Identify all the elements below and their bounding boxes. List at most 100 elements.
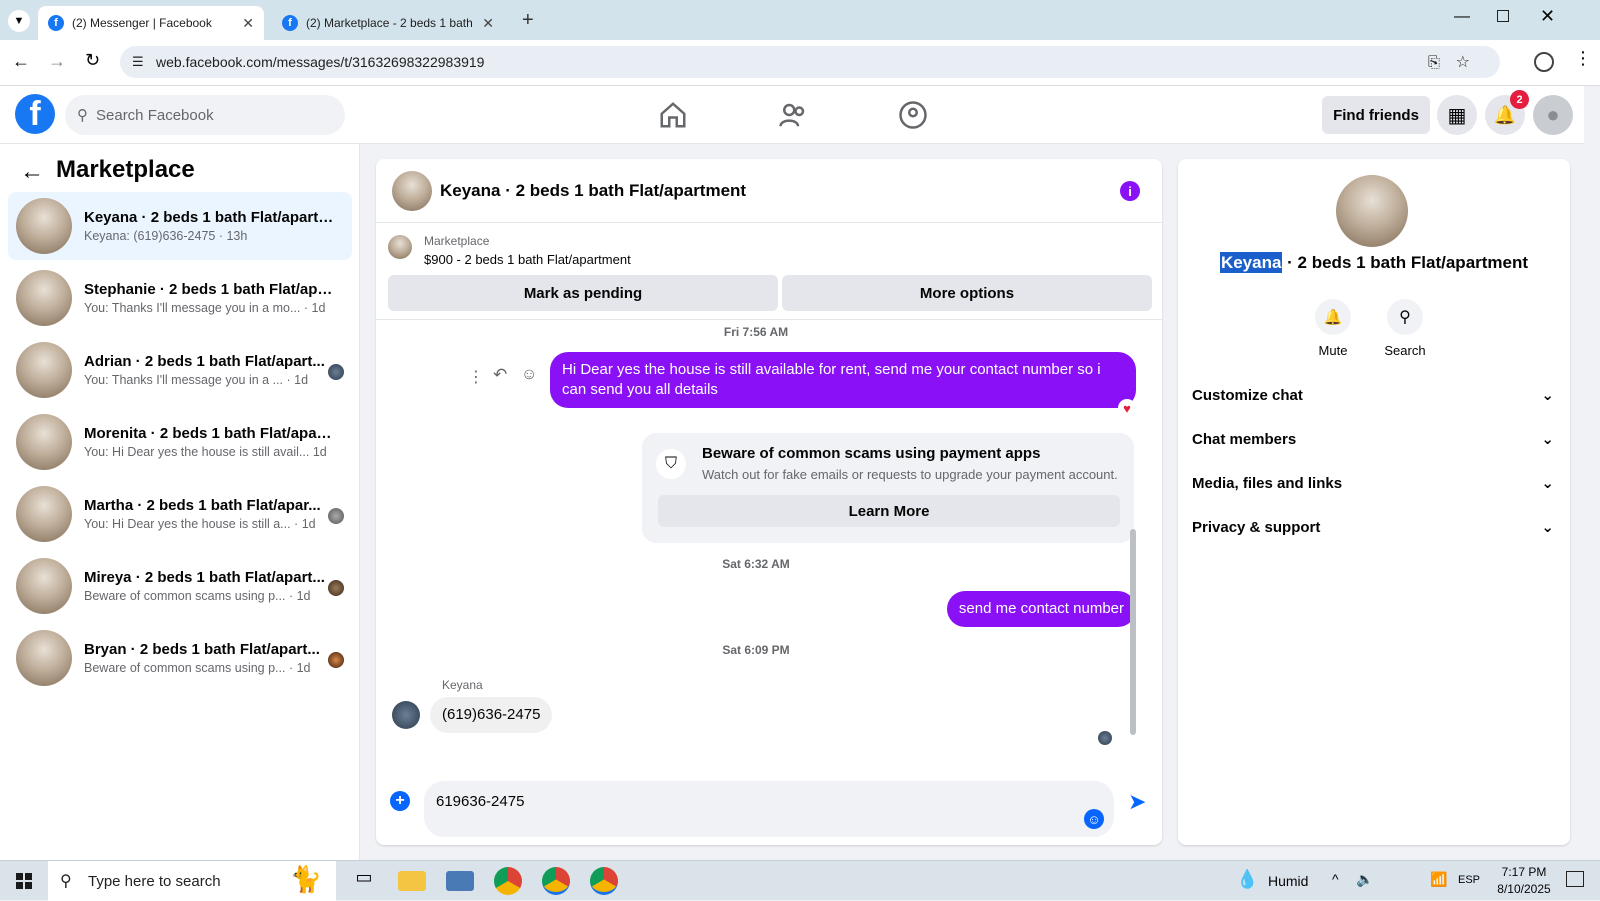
add-attachment-icon[interactable]: + bbox=[390, 791, 410, 811]
language-indicator[interactable]: ESP bbox=[1458, 874, 1480, 886]
notification-center-icon[interactable] bbox=[1566, 871, 1584, 887]
section-label: Media, files and links bbox=[1192, 474, 1343, 492]
sidebar-title: Marketplace bbox=[56, 156, 195, 183]
info-title-rest: · 2 beds 1 bath Flat/apartment bbox=[1282, 253, 1529, 272]
clock-date[interactable]: 8/10/2025 bbox=[1490, 882, 1558, 896]
sender-avatar[interactable] bbox=[392, 701, 420, 729]
windows-start-icon[interactable] bbox=[16, 873, 32, 889]
clock-time[interactable]: 7:17 PM bbox=[1494, 865, 1554, 879]
scam-warning-title: Beware of common scams using payment app… bbox=[702, 445, 1041, 462]
facebook-search-input[interactable]: ⚲ Search Facebook bbox=[65, 95, 345, 135]
mute-button[interactable]: 🔔 Mute bbox=[1298, 299, 1368, 358]
restore-icon[interactable] bbox=[1497, 10, 1509, 22]
incoming-message[interactable]: (619)636-2475 bbox=[430, 697, 553, 733]
listing-title[interactable]: $900 - 2 beds 1 bath Flat/apartment bbox=[424, 252, 631, 267]
header-divider bbox=[376, 319, 1162, 320]
send-icon[interactable]: ➤ bbox=[1128, 789, 1146, 815]
chevron-down-icon: ⌄ bbox=[1541, 519, 1554, 536]
friends-icon[interactable] bbox=[778, 100, 808, 130]
back-arrow-icon[interactable]: ← bbox=[20, 158, 44, 186]
site-settings-icon[interactable]: ☰ bbox=[132, 54, 144, 70]
conversation-avatar bbox=[16, 558, 72, 614]
tab-search-chevron-icon[interactable]: ▼ bbox=[8, 10, 30, 32]
react-emoji-icon[interactable]: ☺ bbox=[521, 366, 537, 384]
section-label: Privacy & support bbox=[1192, 518, 1321, 536]
conversation-item[interactable]: Keyana · 2 beds 1 bath Flat/apartm... Key… bbox=[8, 192, 352, 260]
url-field[interactable]: ☰ web.facebook.com/messages/t/3163269832… bbox=[120, 46, 1500, 78]
network-icon[interactable]: 📶 bbox=[1430, 871, 1447, 888]
chat-info-panel: Keyana · 2 beds 1 bath Flat/apartment 🔔 M… bbox=[1178, 159, 1570, 845]
bookmark-star-icon[interactable]: ☆ bbox=[1456, 52, 1470, 72]
mark-as-pending-button[interactable]: Mark as pending bbox=[388, 275, 778, 311]
conversation-item[interactable]: Mireya · 2 beds 1 bath Flat/apart... Bewa… bbox=[8, 552, 352, 620]
chevron-down-icon: ⌄ bbox=[1541, 475, 1554, 492]
shield-icon: ⛉ bbox=[656, 449, 686, 479]
chat-title[interactable]: Keyana · 2 beds 1 bath Flat/apartment bbox=[440, 181, 746, 201]
remote-desktop-icon[interactable] bbox=[446, 871, 474, 891]
media-files-links-section[interactable]: Media, files and links ⌄ bbox=[1192, 465, 1554, 501]
chat-header-avatar[interactable] bbox=[392, 170, 432, 211]
emoji-icon[interactable]: ☺ bbox=[1084, 809, 1104, 829]
file-explorer-icon[interactable] bbox=[398, 871, 426, 891]
chat-members-section[interactable]: Chat members ⌄ bbox=[1192, 421, 1554, 457]
find-friends-button[interactable]: Find friends bbox=[1322, 96, 1430, 134]
install-app-icon[interactable]: ⎘ bbox=[1428, 54, 1440, 71]
tab-messenger[interactable]: f (2) Messenger | Facebook ✕ bbox=[38, 6, 264, 40]
browser-menu-icon[interactable]: ⋮ bbox=[1574, 48, 1592, 69]
new-tab-icon[interactable]: + bbox=[522, 9, 534, 32]
outgoing-message[interactable]: send me contact number bbox=[946, 591, 1136, 627]
chrome-active-icon[interactable] bbox=[590, 867, 618, 895]
conversation-snippet: Keyana: (619)636-2475 · 13h bbox=[84, 229, 248, 243]
close-tab-icon[interactable]: ✕ bbox=[482, 15, 494, 32]
chat-scrollbar[interactable] bbox=[1130, 529, 1136, 735]
back-icon[interactable]: ← bbox=[12, 51, 30, 72]
outgoing-message[interactable]: Hi Dear yes the house is still available… bbox=[550, 352, 1136, 408]
reply-icon[interactable]: ↶ bbox=[493, 365, 507, 385]
home-icon[interactable] bbox=[658, 100, 688, 130]
menu-grid-button[interactable]: ▦ bbox=[1437, 95, 1477, 135]
conversation-item[interactable]: Martha · 2 beds 1 bath Flat/apar... You: … bbox=[8, 480, 352, 548]
conversation-item[interactable]: Morenita · 2 beds 1 bath Flat/apart... Yo… bbox=[8, 408, 352, 476]
taskbar-search-input[interactable]: ⚲ Type here to search 🐈 bbox=[48, 861, 336, 901]
chrome-icon[interactable] bbox=[494, 867, 522, 895]
volume-icon[interactable]: 🔈 bbox=[1356, 871, 1373, 888]
info-title-highlight: Keyana bbox=[1219, 252, 1283, 273]
info-avatar[interactable] bbox=[1336, 175, 1408, 247]
conversation-item[interactable]: Bryan · 2 beds 1 bath Flat/apart... Bewar… bbox=[8, 624, 352, 692]
facebook-logo-icon[interactable]: f bbox=[15, 94, 55, 134]
info-icon[interactable]: i bbox=[1120, 181, 1140, 201]
reload-icon[interactable]: ↻ bbox=[85, 50, 100, 71]
weather-text[interactable]: Humid bbox=[1268, 873, 1308, 889]
url-text: web.facebook.com/messages/t/316326983229… bbox=[156, 54, 485, 70]
minimize-icon[interactable]: — bbox=[1454, 8, 1470, 26]
chrome-profile-icon[interactable] bbox=[542, 867, 570, 895]
conversation-item[interactable]: Stephanie · 2 beds 1 bath Flat/apar... Yo… bbox=[8, 264, 352, 332]
sender-name: Keyana bbox=[442, 678, 483, 692]
search-placeholder: Search Facebook bbox=[96, 106, 214, 124]
more-options-button[interactable]: More options bbox=[782, 275, 1152, 311]
task-view-icon[interactable]: ▭ bbox=[350, 867, 378, 895]
chevron-down-icon: ⌄ bbox=[1541, 431, 1554, 448]
bell-icon: 🔔 bbox=[1323, 309, 1343, 326]
weather-icon: 💧 bbox=[1236, 869, 1259, 889]
account-avatar[interactable]: ● bbox=[1533, 95, 1573, 135]
profile-icon[interactable] bbox=[1534, 52, 1554, 72]
customize-chat-section[interactable]: Customize chat ⌄ bbox=[1192, 377, 1554, 413]
message-composer-input[interactable]: 619636-2475 ☺ bbox=[424, 781, 1114, 837]
learn-more-button[interactable]: Learn More bbox=[658, 495, 1120, 527]
privacy-support-section[interactable]: Privacy & support ⌄ bbox=[1192, 509, 1554, 545]
search-button[interactable]: ⚲ Search bbox=[1370, 299, 1440, 358]
close-window-icon[interactable]: ✕ bbox=[1540, 6, 1555, 27]
conversation-avatar bbox=[16, 630, 72, 686]
forward-icon[interactable]: → bbox=[48, 51, 66, 72]
conversation-snippet: Beware of common scams using p... · 1d bbox=[84, 661, 311, 675]
message-more-icon[interactable]: ⋮ bbox=[468, 367, 484, 387]
notification-badge: 2 bbox=[1510, 90, 1529, 109]
timestamp: Sat 6:09 PM bbox=[722, 643, 790, 657]
groups-icon[interactable] bbox=[898, 100, 928, 130]
close-tab-icon[interactable]: ✕ bbox=[242, 15, 254, 32]
seen-avatar bbox=[1098, 731, 1112, 745]
tray-chevron-icon[interactable]: ^ bbox=[1332, 871, 1339, 887]
tab-marketplace[interactable]: f (2) Marketplace - 2 beds 1 bath ✕ bbox=[272, 6, 504, 40]
conversation-item[interactable]: Adrian · 2 beds 1 bath Flat/apart... You:… bbox=[8, 336, 352, 404]
